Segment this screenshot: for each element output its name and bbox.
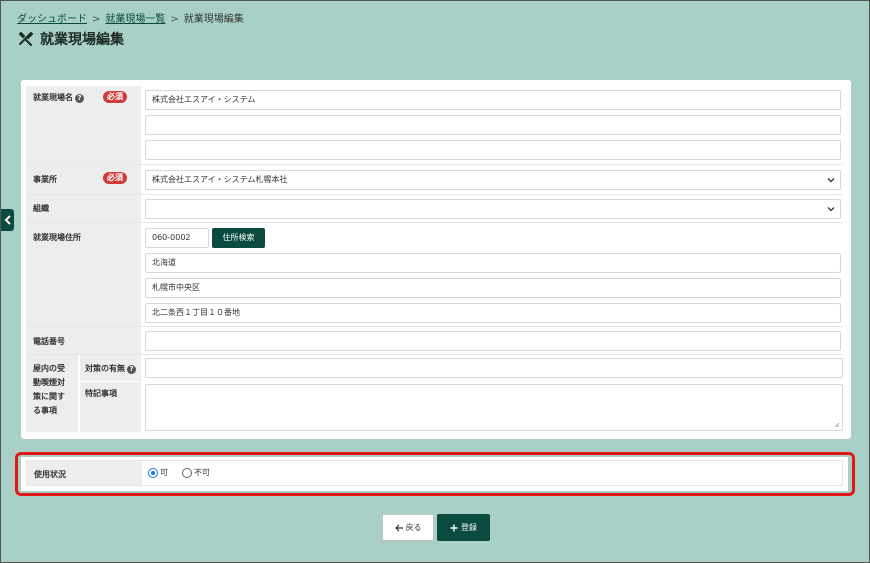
chevron-down-icon xyxy=(827,178,835,183)
office-label: 事業所 必須 xyxy=(26,165,141,194)
arrow-left-icon xyxy=(394,524,403,531)
address-label: 就業現場住所 xyxy=(26,223,141,326)
sidebar-collapse-button[interactable] xyxy=(1,209,14,231)
tools-icon xyxy=(18,31,34,47)
phone-label: 電話番号 xyxy=(26,327,141,354)
prefecture-input[interactable]: 北海道 xyxy=(145,253,841,273)
breadcrumb-current: 就業現場編集 xyxy=(183,14,244,25)
office-select[interactable]: 株式会社エスアイ・システム札幌本社 xyxy=(145,170,841,190)
measures-label: 対策の有無? xyxy=(80,355,141,381)
breadcrumb: ダッシュボード > 就業現場一覧 > 就業現場編集 xyxy=(17,10,244,25)
help-icon[interactable]: ? xyxy=(127,365,136,374)
highlight-box xyxy=(15,452,855,496)
required-badge: 必須 xyxy=(103,91,127,103)
help-icon[interactable]: ? xyxy=(75,94,84,103)
postal-code-input[interactable]: 060-0002 xyxy=(145,228,209,248)
city-input[interactable]: 札幌市中央区 xyxy=(145,278,841,298)
back-button-label: 戻る xyxy=(405,523,422,532)
form-card: 就業現場名? 必須 株式会社エスアイ・システム 事業所 必須 株式会社エスアイ・… xyxy=(21,80,851,439)
smoking-measures-label: 屋内の受 動喫煙対 策に関す る事項 xyxy=(26,355,78,432)
site-name-label: 就業現場名? 必須 xyxy=(26,86,141,164)
site-name-input-1[interactable]: 株式会社エスアイ・システム xyxy=(145,90,841,110)
phone-input[interactable] xyxy=(145,331,841,351)
breadcrumb-separator: > xyxy=(92,14,101,25)
address-search-button[interactable]: 住所検索 xyxy=(212,228,265,248)
required-badge: 必須 xyxy=(103,172,127,184)
special-notes-label: 特記事項 xyxy=(80,382,141,432)
breadcrumb-site-list-link[interactable]: 就業現場一覧 xyxy=(105,14,165,25)
site-name-input-3[interactable] xyxy=(145,140,841,160)
street-input[interactable]: 北二条西１丁目１０番地 xyxy=(145,303,841,323)
site-name-input-2[interactable] xyxy=(145,115,841,135)
breadcrumb-dashboard-link[interactable]: ダッシュボード xyxy=(17,14,87,25)
row-smoking-measures: 屋内の受 動喫煙対 策に関す る事項 対策の有無? 特記事項 xyxy=(26,355,843,432)
chevron-down-icon xyxy=(827,207,835,212)
resize-handle-icon[interactable] xyxy=(834,422,840,428)
plus-icon xyxy=(450,524,458,531)
page-title: 就業現場編集 xyxy=(18,29,124,49)
breadcrumb-separator: > xyxy=(170,14,179,25)
row-site-name: 就業現場名? 必須 株式会社エスアイ・システム xyxy=(26,86,843,165)
register-button[interactable]: 登録 xyxy=(437,514,490,541)
measures-input[interactable] xyxy=(145,358,843,378)
organization-select[interactable] xyxy=(145,199,841,219)
organization-label: 組織 xyxy=(26,195,141,222)
row-office: 事業所 必須 株式会社エスアイ・システム札幌本社 xyxy=(26,165,843,195)
row-phone: 電話番号 xyxy=(26,327,843,355)
page-title-text: 就業現場編集 xyxy=(40,32,124,48)
row-address: 就業現場住所 060-0002 住所検索 北海道 札幌市中央区 北二条西１丁目１… xyxy=(26,223,843,327)
register-button-label: 登録 xyxy=(461,523,477,532)
back-button[interactable]: 戻る xyxy=(382,514,434,541)
row-organization: 組織 xyxy=(26,195,843,223)
chevron-left-icon xyxy=(4,215,11,225)
special-notes-textarea[interactable] xyxy=(145,384,843,431)
